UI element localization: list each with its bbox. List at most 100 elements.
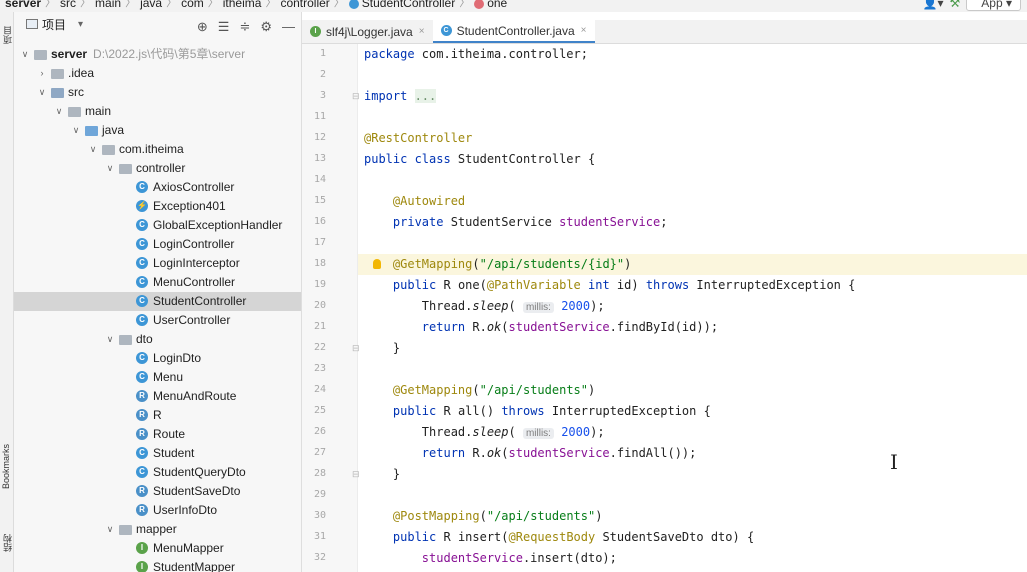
- code-line[interactable]: @Autowired: [358, 191, 1027, 212]
- locate-icon[interactable]: ⊕: [197, 19, 208, 35]
- code-line[interactable]: import ...: [358, 86, 1027, 107]
- fold-icon[interactable]: ⊟: [352, 343, 360, 354]
- tree-item[interactable]: ∨ mapper: [14, 520, 301, 539]
- code-line[interactable]: return R.ok(studentService.findById(id))…: [358, 317, 1027, 338]
- collapse-all-icon[interactable]: ≑: [239, 19, 250, 35]
- tree-item[interactable]: › .idea: [14, 64, 301, 83]
- tree-item[interactable]: R MenuAndRoute: [14, 387, 301, 406]
- code-text: package com.itheima.controller;: [364, 47, 588, 61]
- chevron-right-icon[interactable]: ›: [37, 64, 47, 83]
- code-line[interactable]: public R insert(@RequestBody StudentSave…: [358, 527, 1027, 548]
- expand-all-icon[interactable]: ☰: [218, 19, 230, 35]
- code-line[interactable]: @GetMapping("/api/students"): [358, 380, 1027, 401]
- code-line[interactable]: }: [358, 464, 1027, 485]
- code-line[interactable]: public R all() throws InterruptedExcepti…: [358, 401, 1027, 422]
- tree-item[interactable]: ∨ src: [14, 83, 301, 102]
- tree-item[interactable]: ∨ controller: [14, 159, 301, 178]
- user-icon[interactable]: 👤▾: [923, 0, 944, 10]
- bookmarks-tool-button[interactable]: Bookmarks: [1, 444, 11, 489]
- tree-item-label: UserController: [153, 313, 231, 327]
- structure-tool-button[interactable]: 结构: [1, 534, 14, 552]
- editor-tab[interactable]: C StudentController.java ×: [432, 20, 595, 43]
- gear-icon[interactable]: ⚙: [260, 19, 272, 35]
- chevron-down-icon[interactable]: ∨: [54, 102, 64, 121]
- breadcrumb-item[interactable]: one: [470, 0, 511, 9]
- tree-item[interactable]: C UserController: [14, 311, 301, 330]
- chevron-down-icon[interactable]: ∨: [105, 330, 115, 349]
- tree-item[interactable]: C LoginInterceptor: [14, 254, 301, 273]
- tree-item[interactable]: ⚡ Exception401: [14, 197, 301, 216]
- breadcrumb-item[interactable]: itheima: [219, 0, 266, 9]
- tree-item[interactable]: C Menu: [14, 368, 301, 387]
- chevron-down-icon[interactable]: ∨: [88, 140, 98, 159]
- code-line[interactable]: [358, 65, 1027, 86]
- chevron-down-icon[interactable]: ∨: [20, 45, 30, 64]
- lightbulb-icon[interactable]: [373, 259, 381, 269]
- tree-item[interactable]: R UserInfoDto: [14, 501, 301, 520]
- code-line[interactable]: private StudentService studentService;: [358, 212, 1027, 233]
- fold-icon[interactable]: ⊟: [352, 91, 360, 102]
- chevron-down-icon[interactable]: ∨: [71, 121, 81, 140]
- tree-item-label: GlobalExceptionHandler: [153, 218, 283, 232]
- breadcrumb-item[interactable]: StudentController: [345, 0, 459, 9]
- tree-item[interactable]: R StudentSaveDto: [14, 482, 301, 501]
- chevron-down-icon[interactable]: ∨: [37, 83, 47, 102]
- code-line[interactable]: [358, 107, 1027, 128]
- tree-item[interactable]: C Student: [14, 444, 301, 463]
- code-line[interactable]: return R.ok(studentService.findAll());: [358, 443, 1027, 464]
- code-line[interactable]: studentService.insert(dto);: [358, 548, 1027, 569]
- tree-item[interactable]: ∨ dto: [14, 330, 301, 349]
- tree-item[interactable]: ∨ com.itheima: [14, 140, 301, 159]
- close-icon[interactable]: ×: [419, 26, 425, 37]
- code-line[interactable]: package com.itheima.controller;: [358, 44, 1027, 65]
- tree-item[interactable]: C StudentQueryDto: [14, 463, 301, 482]
- tree-item[interactable]: C LoginDto: [14, 349, 301, 368]
- breadcrumb-item[interactable]: com: [177, 0, 208, 9]
- tree-item-label: Student: [153, 446, 195, 460]
- code-line[interactable]: @RestController: [358, 128, 1027, 149]
- close-icon[interactable]: ×: [581, 25, 587, 36]
- build-icon[interactable]: ⚒: [950, 0, 961, 10]
- code-editor[interactable]: package com.itheima.controller; import ..…: [358, 44, 1027, 572]
- tree-item-label: controller: [136, 161, 186, 175]
- code-line[interactable]: [358, 485, 1027, 506]
- fold-icon[interactable]: ⊟: [352, 469, 360, 480]
- code-line[interactable]: @PostMapping("/api/students"): [358, 506, 1027, 527]
- code-line[interactable]: public R one(@PathVariable int id) throw…: [358, 275, 1027, 296]
- tree-item[interactable]: C LoginController: [14, 235, 301, 254]
- chevron-down-icon[interactable]: ∨: [105, 520, 115, 539]
- chevron-down-icon[interactable]: ▾: [78, 19, 83, 30]
- code-line[interactable]: Thread.sleep( millis: 2000);: [358, 296, 1027, 317]
- hide-icon[interactable]: —: [282, 19, 295, 35]
- code-line[interactable]: Thread.sleep( millis: 2000);: [358, 422, 1027, 443]
- breadcrumb-item[interactable]: java: [136, 0, 166, 9]
- editor-tab[interactable]: Islf4j\Logger.java ×: [302, 20, 433, 43]
- code-line[interactable]: public class StudentController {: [358, 149, 1027, 170]
- code-line[interactable]: }: [358, 338, 1027, 359]
- breadcrumb-item[interactable]: controller: [276, 0, 333, 9]
- chevron-down-icon[interactable]: ∨: [105, 159, 115, 178]
- tree-item[interactable]: I StudentMapper: [14, 558, 301, 572]
- tree-item[interactable]: C StudentController: [14, 292, 301, 311]
- code-line[interactable]: [358, 170, 1027, 191]
- tree-item[interactable]: I MenuMapper: [14, 539, 301, 558]
- project-tool-button[interactable]: 项目: [1, 26, 14, 44]
- line-number: 31: [313, 531, 326, 542]
- tree-item[interactable]: RR: [14, 406, 301, 425]
- tree-item[interactable]: ∨ server D:\2022.js\代码\第5章\server: [14, 45, 301, 64]
- code-line[interactable]: @GetMapping("/api/students/{id}"): [358, 254, 1027, 275]
- project-view-title[interactable]: 项目: [42, 16, 66, 33]
- breadcrumb-item[interactable]: main: [91, 0, 125, 9]
- run-configuration-select[interactable]: App ▾: [966, 0, 1021, 11]
- tree-item[interactable]: R Route: [14, 425, 301, 444]
- tree-item[interactable]: ∨ java: [14, 121, 301, 140]
- tree-item[interactable]: C GlobalExceptionHandler: [14, 216, 301, 235]
- code-text: }: [364, 467, 401, 481]
- tree-item[interactable]: ∨ main: [14, 102, 301, 121]
- code-line[interactable]: [358, 359, 1027, 380]
- tree-item[interactable]: C AxiosController: [14, 178, 301, 197]
- breadcrumb-item[interactable]: src: [56, 0, 80, 9]
- code-line[interactable]: [358, 233, 1027, 254]
- breadcrumb-item[interactable]: server: [0, 0, 45, 9]
- tree-item[interactable]: C MenuController: [14, 273, 301, 292]
